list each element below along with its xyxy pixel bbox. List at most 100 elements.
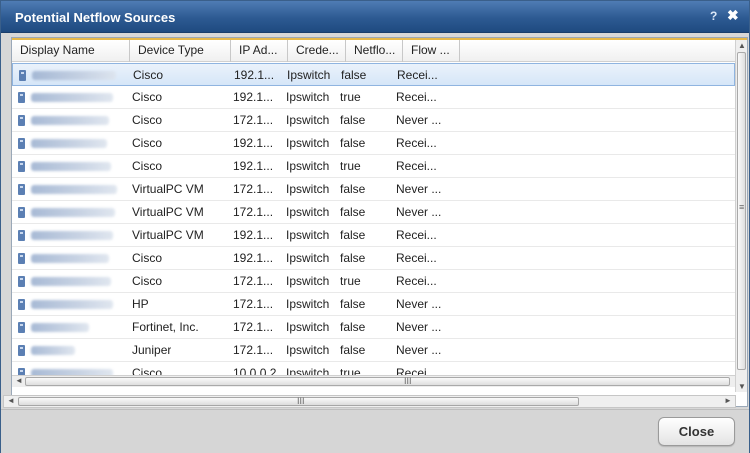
table-row[interactable]: Juniper 172.1... Ipswitch false Never ...	[12, 339, 735, 362]
scroll-down-icon[interactable]: ▼	[738, 382, 746, 391]
help-icon[interactable]: ?	[710, 9, 717, 23]
cell-credential: Ipswitch	[286, 205, 330, 219]
redacted-display-name	[31, 254, 109, 263]
cell-credential: Ipswitch	[286, 297, 330, 311]
cell-device-type: HP	[132, 297, 149, 311]
outer-horizontal-scrollbar[interactable]: ◄ III ►	[3, 395, 736, 408]
cell-flow: Recei...	[396, 228, 437, 242]
cell-device-type: VirtualPC VM	[132, 228, 204, 242]
cell-flow: Recei...	[396, 90, 437, 104]
cell-credential: Ipswitch	[286, 274, 330, 288]
close-icon[interactable]: ✖	[727, 7, 739, 24]
table-row[interactable]: Cisco 10.0.0.2 Ipswitch true Recei...	[12, 362, 735, 375]
cell-ip-address: 192.1...	[233, 136, 274, 150]
column-header-netflow[interactable]: Netflo...	[346, 40, 403, 62]
cell-flow: Recei...	[397, 68, 438, 82]
device-icon	[19, 70, 26, 81]
cell-netflow: true	[340, 159, 361, 173]
cell-flow: Never ...	[396, 113, 442, 127]
cell-netflow: false	[340, 205, 366, 219]
cell-ip-address: 192.1...	[233, 251, 274, 265]
redacted-display-name	[31, 300, 113, 309]
cell-flow: Recei...	[396, 251, 437, 265]
cell-netflow: true	[340, 90, 361, 104]
cell-device-type: Cisco	[132, 366, 163, 375]
redacted-display-name	[31, 116, 109, 125]
cell-device-type: Cisco	[132, 113, 163, 127]
cell-credential: Ipswitch	[286, 320, 330, 334]
cell-flow: Never ...	[396, 320, 442, 334]
cell-device-type: Cisco	[133, 68, 164, 82]
column-header-display-name[interactable]: Display Name	[12, 40, 130, 62]
column-header-flow[interactable]: Flow ...	[403, 40, 460, 62]
table-row[interactable]: Fortinet, Inc. 172.1... Ipswitch false Never…	[12, 316, 735, 339]
redacted-display-name	[31, 231, 113, 240]
column-header-device-type[interactable]: Device Type	[130, 40, 231, 62]
cell-flow: Recei...	[396, 136, 437, 150]
vertical-scrollbar[interactable]: ▲ ≡ ▼	[735, 40, 747, 392]
device-icon	[18, 92, 25, 103]
cell-ip-address: 172.1...	[233, 274, 274, 288]
cell-credential: Ipswitch	[286, 113, 330, 127]
table-row[interactable]: VirtualPC VM 192.1... Ipswitch false Recei..…	[12, 224, 735, 247]
cell-ip-address: 172.1...	[233, 320, 274, 334]
scroll-up-icon[interactable]: ▲	[738, 41, 746, 50]
cell-flow: Recei...	[396, 159, 437, 173]
outer-horizontal-scroll-thumb[interactable]: III	[18, 396, 579, 406]
scroll-left-icon[interactable]: ◄	[15, 376, 23, 385]
table-row[interactable]: Cisco 192.1... Ipswitch true Recei...	[12, 155, 735, 178]
cell-netflow: true	[340, 274, 361, 288]
cell-ip-address: 172.1...	[233, 205, 274, 219]
scroll-right-icon[interactable]: ►	[724, 396, 732, 405]
close-button[interactable]: Close	[658, 417, 735, 446]
cell-device-type: Juniper	[132, 343, 172, 357]
redacted-display-name	[32, 71, 116, 80]
redacted-display-name	[31, 185, 117, 194]
cell-device-type: Cisco	[132, 251, 163, 265]
dialog-title: Potential Netflow Sources	[15, 10, 176, 25]
cell-ip-address: 172.1...	[233, 182, 274, 196]
table-row[interactable]: Cisco 172.1... Ipswitch false Never ...	[12, 109, 735, 132]
redacted-display-name	[31, 277, 111, 286]
table-row[interactable]: Cisco 192.1... Ipswitch false Recei...	[12, 247, 735, 270]
device-icon	[18, 184, 25, 195]
cell-credential: Ipswitch	[286, 182, 330, 196]
device-icon	[18, 276, 25, 287]
column-header-credential[interactable]: Crede...	[288, 40, 346, 62]
table-row[interactable]: Cisco 192.1... Ipswitch false Recei...	[12, 132, 735, 155]
cell-ip-address: 192.1...	[234, 68, 275, 82]
cell-device-type: Cisco	[132, 159, 163, 173]
scroll-left-icon[interactable]: ◄	[7, 396, 15, 405]
cell-netflow: false	[340, 320, 366, 334]
dialog-titlebar[interactable]: Potential Netflow Sources ? ✖	[1, 1, 749, 33]
device-icon	[18, 230, 25, 241]
vertical-scroll-thumb[interactable]: ≡	[737, 52, 746, 370]
redacted-display-name	[31, 208, 115, 217]
cell-netflow: false	[341, 68, 367, 82]
table-row[interactable]: Cisco 192.1... Ipswitch false Recei...	[12, 63, 735, 86]
redacted-display-name	[31, 323, 89, 332]
cell-credential: Ipswitch	[287, 68, 331, 82]
device-icon	[18, 161, 25, 172]
table-header: Display Name Device Type IP Ad... Crede.…	[12, 40, 735, 62]
inner-horizontal-scroll-thumb[interactable]: III	[25, 376, 730, 386]
redacted-display-name	[31, 162, 111, 171]
table-row[interactable]: VirtualPC VM 172.1... Ipswitch false Never .…	[12, 178, 735, 201]
table-row[interactable]: HP 172.1... Ipswitch false Never ...	[12, 293, 735, 316]
cell-netflow: false	[340, 182, 366, 196]
cell-device-type: Cisco	[132, 274, 163, 288]
grip-icon: III	[297, 396, 305, 406]
netflow-sources-dialog: Potential Netflow Sources ? ✖ Display Na…	[0, 0, 750, 453]
column-header-ip-address[interactable]: IP Ad...	[231, 40, 288, 62]
table-row[interactable]: VirtualPC VM 172.1... Ipswitch false Never .…	[12, 201, 735, 224]
inner-horizontal-scrollbar[interactable]: ◄ III	[12, 375, 735, 387]
cell-ip-address: 192.1...	[233, 159, 274, 173]
table-row[interactable]: Cisco 192.1... Ipswitch true Recei...	[12, 86, 735, 109]
cell-device-type: VirtualPC VM	[132, 205, 204, 219]
grid-panel: Display Name Device Type IP Ad... Crede.…	[11, 37, 748, 407]
cell-flow: Recei...	[396, 274, 437, 288]
table-row[interactable]: Cisco 172.1... Ipswitch true Recei...	[12, 270, 735, 293]
cell-device-type: Cisco	[132, 136, 163, 150]
device-icon	[18, 253, 25, 264]
cell-credential: Ipswitch	[286, 228, 330, 242]
